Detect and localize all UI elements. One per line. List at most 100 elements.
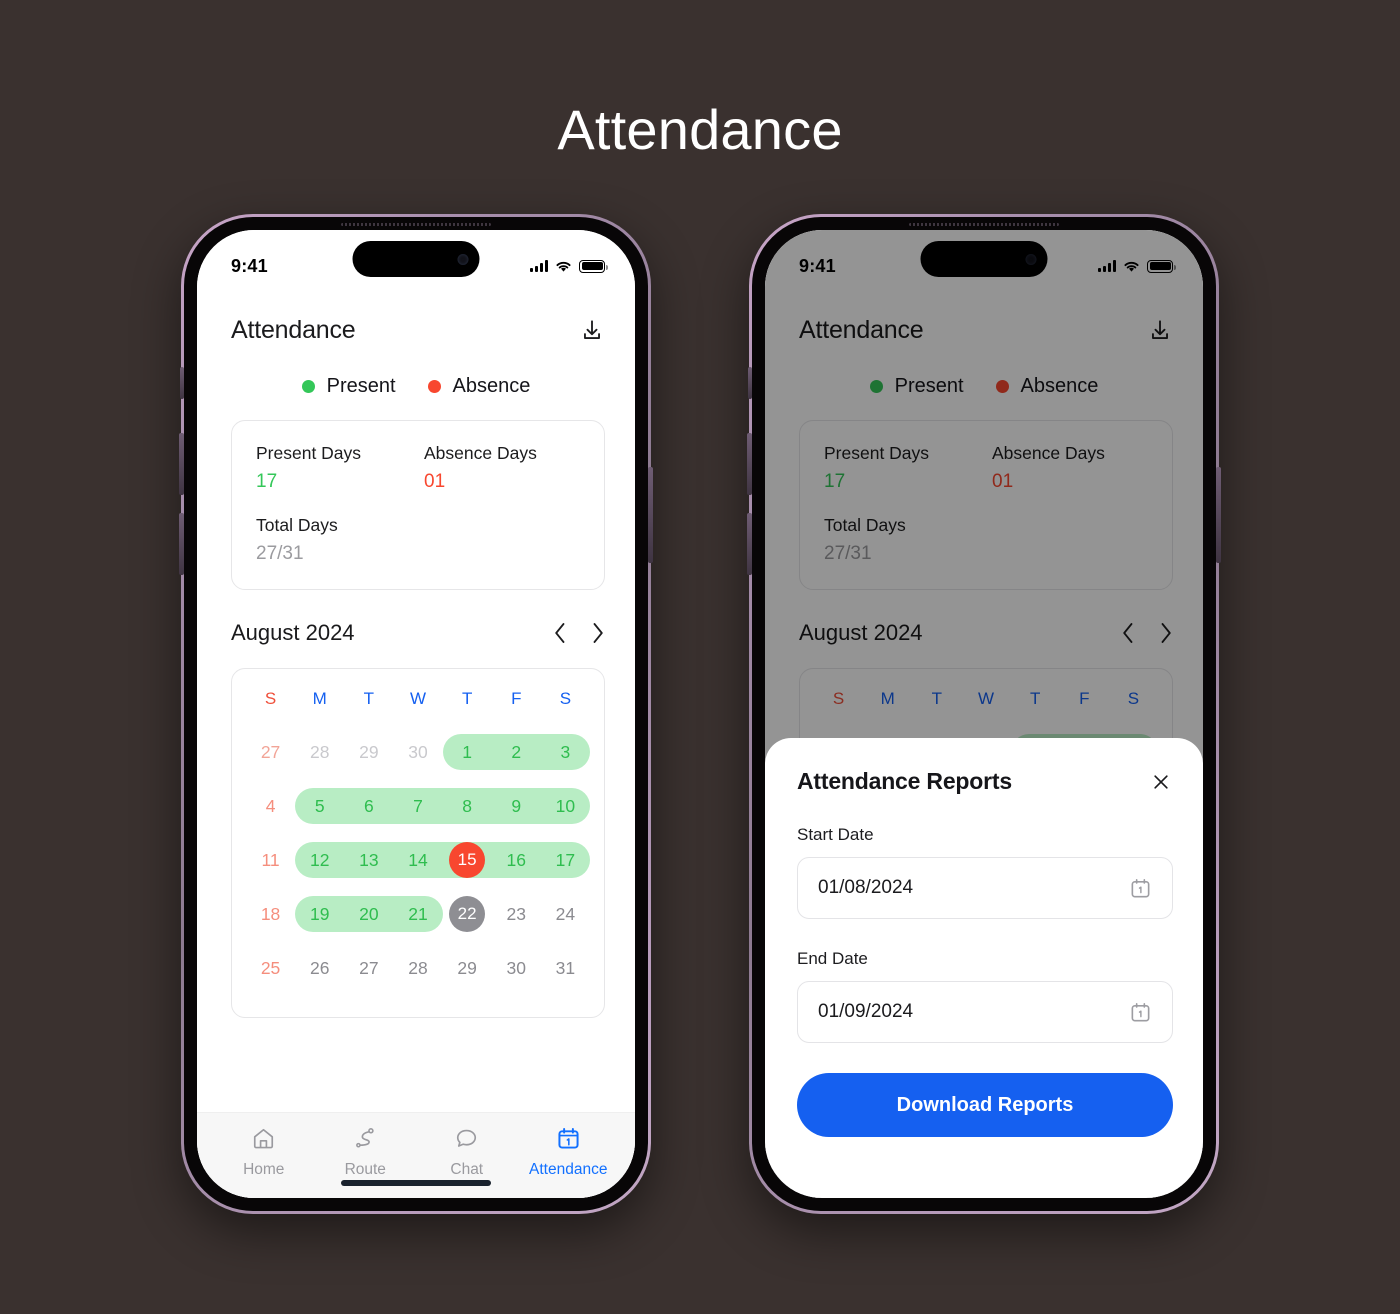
chevron-left-icon[interactable] <box>553 622 567 644</box>
calendar-day-header: F <box>511 689 522 708</box>
stat-total-value: 27/31 <box>256 543 304 564</box>
legend-label-present: Present <box>326 375 396 397</box>
screen-title: Attendance <box>231 316 356 344</box>
legend-label-absence: Absence <box>452 375 531 397</box>
power-button[interactable] <box>1216 467 1221 563</box>
stat-absence-days: Absence Days 01 <box>418 443 580 493</box>
dynamic-island <box>352 241 480 277</box>
calendar-day-cell[interactable]: 3 <box>541 725 590 779</box>
calendar-day-cell[interactable]: 1 <box>443 725 492 779</box>
red-dot-icon <box>427 380 441 393</box>
calendar-day-cell[interactable]: 16 <box>492 833 541 887</box>
absence-day-marker: 15 <box>449 842 486 878</box>
calendar-day-cell[interactable]: 4 <box>246 779 295 833</box>
calendar-day-cell[interactable]: 18 <box>246 887 295 941</box>
calendar-day-cell[interactable]: 14 <box>393 833 442 887</box>
modal-title: Attendance Reports <box>797 768 1012 794</box>
power-button[interactable] <box>648 467 653 563</box>
calendar-day-cell[interactable]: 15 <box>443 833 492 887</box>
close-icon[interactable] <box>1149 770 1173 794</box>
download-reports-button[interactable]: Download Reports <box>797 1073 1173 1137</box>
start-date-field[interactable]: 01/08/2024 <box>797 857 1173 919</box>
silent-switch[interactable] <box>748 367 752 399</box>
volume-down-button[interactable] <box>747 513 752 575</box>
calendar-day-cell[interactable]: 10 <box>541 779 590 833</box>
calendar-day-cell[interactable]: 28 <box>295 725 344 779</box>
calendar-day-cell[interactable]: 17 <box>541 833 590 887</box>
calendar-week-row: 25262728293031 <box>246 941 590 995</box>
calendar-day-cell[interactable]: 13 <box>344 833 393 887</box>
calendar-day-header: T <box>461 689 473 708</box>
calendar-day-cell[interactable]: 23 <box>492 887 541 941</box>
calendar-day-cell[interactable]: 27 <box>344 941 393 995</box>
calendar-picker-icon[interactable] <box>1129 1001 1152 1024</box>
stat-absence-label: Absence Days <box>424 443 537 463</box>
attendance-screen: Attendance Present Absence Present Days … <box>197 230 635 1198</box>
calendar-day-cell[interactable]: 21 <box>393 887 442 941</box>
calendar-day-cell[interactable]: 20 <box>344 887 393 941</box>
home-icon <box>251 1126 276 1156</box>
battery-icon <box>579 259 608 273</box>
phone-bezel: 9:41 Attendance Present Absence Present … <box>747 217 1221 1211</box>
tab-chat[interactable]: Chat <box>416 1126 518 1198</box>
attendance-reports-modal: Attendance Reports Start Date 01/08/2024… <box>765 738 1203 1198</box>
calendar-day-cell[interactable]: 7 <box>393 779 442 833</box>
calendar-day-cell[interactable]: 24 <box>541 887 590 941</box>
stat-total-days: Total Days 27/31 <box>256 515 580 565</box>
tab-label: Attendance <box>529 1161 608 1178</box>
stat-present-days: Present Days 17 <box>256 443 418 493</box>
calendar-day-cell[interactable]: 25 <box>246 941 295 995</box>
tab-home[interactable]: Home <box>213 1126 315 1198</box>
start-date-value: 01/08/2024 <box>818 877 914 898</box>
volume-down-button[interactable] <box>179 513 184 575</box>
home-indicator[interactable] <box>341 1180 491 1186</box>
calendar-day-cell[interactable]: 27 <box>246 725 295 779</box>
calendar-icon <box>556 1126 581 1156</box>
calendar-day-header: S <box>264 689 277 708</box>
tab-label: Home <box>243 1161 285 1178</box>
calendar-weeks: 2728293012345678910111213141516171819202… <box>246 725 590 995</box>
silent-switch[interactable] <box>180 367 184 399</box>
calendar-day-cell[interactable]: 8 <box>443 779 492 833</box>
speaker-grille <box>909 223 1059 226</box>
tab-route[interactable]: Route <box>315 1126 417 1198</box>
volume-up-button[interactable] <box>747 433 752 495</box>
phone-mockup-right: 9:41 Attendance Present Absence Present … <box>747 214 1221 1214</box>
calendar-day-cell[interactable]: 30 <box>492 941 541 995</box>
calendar-day-cell[interactable]: 12 <box>295 833 344 887</box>
calendar-week-row: 11121314151617 <box>246 833 590 887</box>
calendar-picker-icon[interactable] <box>1129 877 1152 900</box>
end-date-field[interactable]: 01/09/2024 <box>797 981 1173 1043</box>
start-date-label: Start Date <box>797 825 874 844</box>
tab-attendance[interactable]: Attendance <box>518 1126 620 1198</box>
calendar-day-header: M <box>312 689 327 708</box>
front-camera-icon <box>457 253 469 265</box>
calendar-day-cell[interactable]: 11 <box>246 833 295 887</box>
legend-item-present: Present <box>301 375 396 398</box>
stats-row-primary: Present Days 17 Absence Days 01 <box>256 443 580 493</box>
chevron-right-icon[interactable] <box>591 622 605 644</box>
calendar-day-header: S <box>559 689 572 708</box>
speaker-grille <box>341 223 491 226</box>
calendar-day-cell[interactable]: 30 <box>393 725 442 779</box>
phone-bezel: 9:41 Attendance Present Absence Present … <box>179 217 653 1211</box>
calendar-day-cell[interactable]: 5 <box>295 779 344 833</box>
download-icon[interactable] <box>579 318 605 344</box>
tab-label: Route <box>344 1161 386 1178</box>
calendar-day-cell[interactable]: 29 <box>443 941 492 995</box>
calendar-day-cell[interactable]: 19 <box>295 887 344 941</box>
end-date-value: 01/09/2024 <box>818 1001 914 1022</box>
modal-header: Attendance Reports <box>797 768 1173 795</box>
phone-screen-right: 9:41 Attendance Present Absence Present … <box>765 230 1203 1198</box>
calendar-day-cell[interactable]: 28 <box>393 941 442 995</box>
calendar-day-cell[interactable]: 29 <box>344 725 393 779</box>
volume-up-button[interactable] <box>179 433 184 495</box>
calendar-day-cell[interactable]: 26 <box>295 941 344 995</box>
calendar-day-cell[interactable]: 6 <box>344 779 393 833</box>
calendar-day-cell[interactable]: 2 <box>492 725 541 779</box>
status-time: 9:41 <box>231 255 268 276</box>
calendar-day-cell[interactable]: 31 <box>541 941 590 995</box>
calendar-day-cell[interactable]: 9 <box>492 779 541 833</box>
calendar-day-header: W <box>409 689 427 708</box>
calendar-day-cell[interactable]: 22 <box>443 887 492 941</box>
